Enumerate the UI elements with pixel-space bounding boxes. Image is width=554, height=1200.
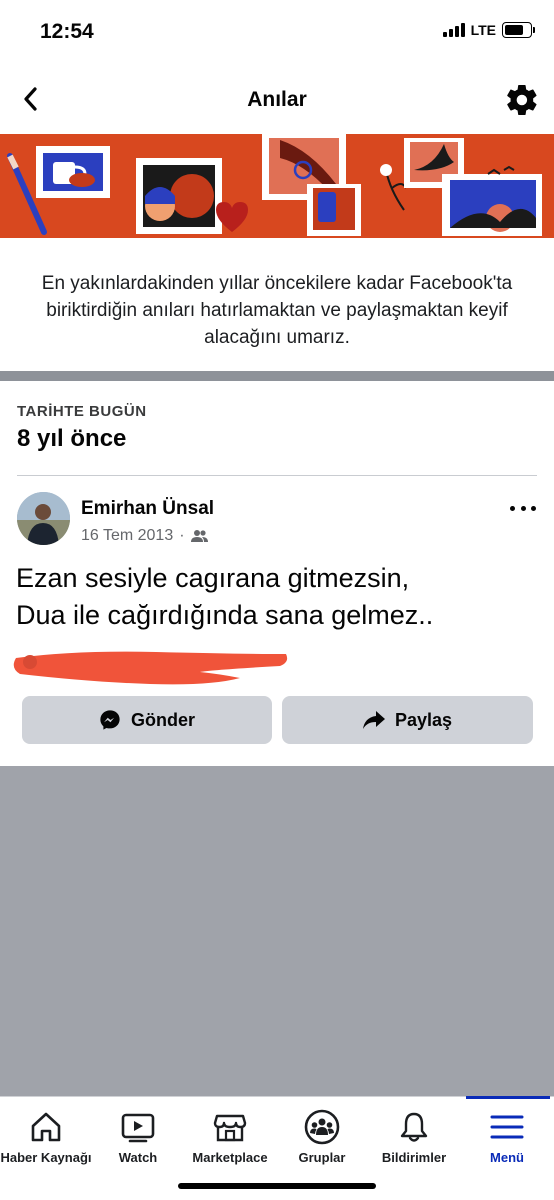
- menu-icon: [490, 1115, 524, 1139]
- battery-level: [505, 25, 523, 35]
- meta-separator: ·: [179, 527, 185, 544]
- friends-icon: [190, 530, 208, 542]
- post-text: Ezan sesiyle cagırana gitmezsin, Dua ile…: [16, 563, 434, 630]
- nav-label-home: Haber Kaynağı: [0, 1150, 92, 1165]
- status-time: 12:54: [40, 20, 94, 43]
- network-label: LTE: [470, 22, 496, 38]
- section-title: 8 yıl önce: [17, 425, 127, 452]
- dot-icon: [510, 505, 515, 511]
- nav-label-notifications: Bildirimler: [381, 1150, 447, 1165]
- messenger-icon: [100, 710, 120, 730]
- home-indicator: [178, 1183, 376, 1189]
- bell-icon: [400, 1112, 428, 1142]
- store-icon: [213, 1114, 247, 1142]
- groups-icon: [304, 1109, 340, 1145]
- share-label: Paylaş: [394, 709, 453, 730]
- divider: [17, 475, 537, 476]
- avatar-image: [17, 492, 70, 545]
- status-indicators: LTE: [442, 22, 535, 38]
- home-icon: [31, 1112, 61, 1142]
- nav-label-watch: Watch: [118, 1150, 158, 1165]
- memories-banner: [0, 134, 554, 238]
- nav-label-menu: Menü: [490, 1150, 524, 1165]
- send-button[interactable]: Gönder: [22, 696, 272, 744]
- gear-icon: [507, 84, 537, 116]
- avatar[interactable]: [17, 492, 70, 545]
- nav-item-marketplace[interactable]: Marketplace: [184, 1097, 276, 1177]
- post-date[interactable]: 16 Tem 2013: [81, 527, 173, 545]
- section-separator: [0, 371, 554, 381]
- post-meta: 16 Tem 2013 ·: [81, 527, 208, 545]
- dot-icon: [520, 505, 526, 511]
- memories-intro-text: En yakınlardakinden yıllar öncekilere ka…: [41, 273, 513, 348]
- nav-label-marketplace: Marketplace: [192, 1150, 268, 1165]
- nav-item-groups[interactable]: Gruplar: [276, 1097, 368, 1177]
- send-label: Gönder: [130, 709, 195, 730]
- section-kicker: TARİHTE BUGÜN: [17, 403, 147, 420]
- nav-label-groups: Gruplar: [298, 1150, 346, 1165]
- empty-feed-area: [0, 766, 554, 1096]
- page-title: Anılar: [247, 88, 307, 111]
- play-icon: [121, 1113, 155, 1143]
- post-author[interactable]: Emirhan Ünsal: [81, 498, 214, 520]
- nav-item-notifications[interactable]: Bildirimler: [368, 1097, 460, 1177]
- share-arrow-icon: [362, 711, 385, 729]
- memories-illustration: [0, 134, 554, 238]
- more-options-button[interactable]: [510, 496, 536, 520]
- nav-item-watch[interactable]: Watch: [92, 1097, 184, 1177]
- settings-button[interactable]: [504, 82, 540, 118]
- signal-icon: [442, 23, 465, 37]
- nav-item-home[interactable]: Haber Kaynağı: [0, 1097, 92, 1177]
- redaction-mark: [13, 651, 288, 685]
- share-button[interactable]: Paylaş: [282, 696, 533, 744]
- dot-icon: [531, 505, 536, 511]
- nav-item-menu[interactable]: Menü: [461, 1097, 553, 1177]
- status-bar: 12:54 LTE: [0, 0, 554, 64]
- header: Anılar: [0, 64, 554, 134]
- battery-icon: [502, 22, 535, 38]
